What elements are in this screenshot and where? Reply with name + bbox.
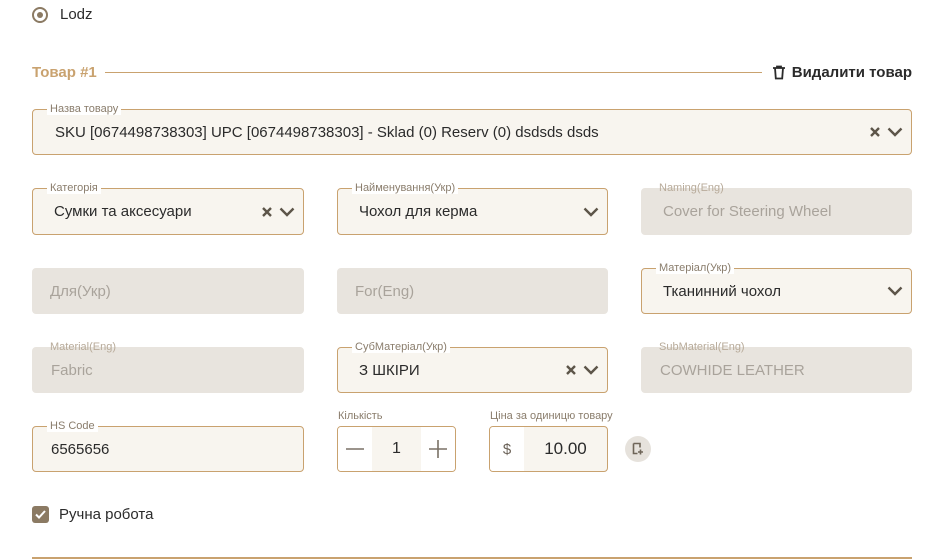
for-ukr-placeholder: Для(Укр)	[50, 282, 111, 300]
decrement-button[interactable]	[338, 427, 372, 471]
material-ukr-select[interactable]: Матеріал(Укр) Тканинний чохол	[641, 262, 912, 314]
for-eng-placeholder: For(Eng)	[355, 282, 415, 300]
for-eng-field: For(Eng)	[337, 268, 608, 314]
quantity-value[interactable]: 1	[372, 427, 421, 471]
submaterial-eng-value: COWHIDE LEATHER	[660, 361, 805, 379]
delete-item-label: Видалити товар	[791, 63, 912, 81]
submaterial-ukr-value: З ШКІРИ	[359, 361, 420, 379]
clear-icon[interactable]	[869, 126, 881, 138]
category-select[interactable]: Категорія Сумки та аксесуари	[32, 182, 304, 235]
quantity-stepper[interactable]: 1	[337, 426, 456, 472]
chevron-down-icon[interactable]	[887, 127, 903, 137]
copy-icon	[632, 442, 643, 455]
chevron-down-icon[interactable]	[583, 207, 599, 217]
minus-icon	[346, 448, 364, 450]
unit-price-label: Ціна за одиницю товару	[490, 410, 613, 422]
increment-button[interactable]	[421, 427, 455, 471]
product-name-select[interactable]: Назва товару SKU [0674498738303] UPC [06…	[32, 103, 912, 155]
copy-button[interactable]	[625, 436, 651, 462]
unit-price-field[interactable]: $ 10.00	[489, 426, 608, 472]
plus-icon	[429, 440, 447, 458]
delete-item-button[interactable]: Видалити товар	[772, 64, 912, 81]
name-ukr-value: Чохол для керма	[359, 203, 478, 220]
handmade-option[interactable]: Ручна робота	[32, 506, 153, 523]
category-value: Сумки та аксесуари	[54, 203, 192, 220]
trash-icon	[772, 65, 785, 79]
clear-icon[interactable]	[565, 364, 577, 376]
naming-eng-field: Naming(Eng) Cover for Steering Wheel	[641, 182, 912, 235]
handmade-label: Ручна робота	[59, 506, 154, 523]
material-eng-field: Material(Eng) Fabric	[32, 341, 304, 393]
unit-price-input[interactable]: 10.00	[524, 427, 607, 471]
material-eng-value: Fabric	[51, 361, 93, 379]
location-label: Lodz	[60, 6, 93, 23]
bottom-divider	[32, 557, 912, 559]
naming-eng-value: Cover for Steering Wheel	[663, 203, 832, 220]
clear-icon[interactable]	[261, 206, 273, 218]
chevron-down-icon[interactable]	[279, 207, 295, 217]
hs-code-field[interactable]: HS Code 6565656	[32, 420, 304, 472]
section-divider	[104, 71, 762, 73]
currency-symbol: $	[490, 427, 524, 471]
item-title: Товар #1	[32, 63, 97, 81]
product-name-value: SKU [0674498738303] UPC [0674498738303] …	[55, 123, 599, 141]
item-section-header: Товар #1 Видалити товар	[32, 62, 912, 82]
check-icon	[35, 510, 46, 519]
material-ukr-value: Тканинний чохол	[663, 282, 781, 300]
submaterial-eng-field: SubMaterial(Eng) COWHIDE LEATHER	[641, 341, 912, 393]
submaterial-ukr-select[interactable]: СубМатеріал(Укр) З ШКІРИ	[337, 341, 608, 393]
chevron-down-icon[interactable]	[887, 286, 903, 296]
name-ukr-select[interactable]: Найменування(Укр) Чохол для керма	[337, 182, 608, 235]
quantity-label: Кількість	[338, 410, 383, 422]
handmade-checkbox[interactable]	[32, 506, 49, 523]
location-radio-option[interactable]: Lodz	[32, 6, 93, 23]
chevron-down-icon[interactable]	[583, 365, 599, 375]
for-ukr-field: Для(Укр)	[32, 268, 304, 314]
hs-code-input[interactable]: 6565656	[51, 427, 109, 471]
location-radio[interactable]	[32, 6, 48, 23]
